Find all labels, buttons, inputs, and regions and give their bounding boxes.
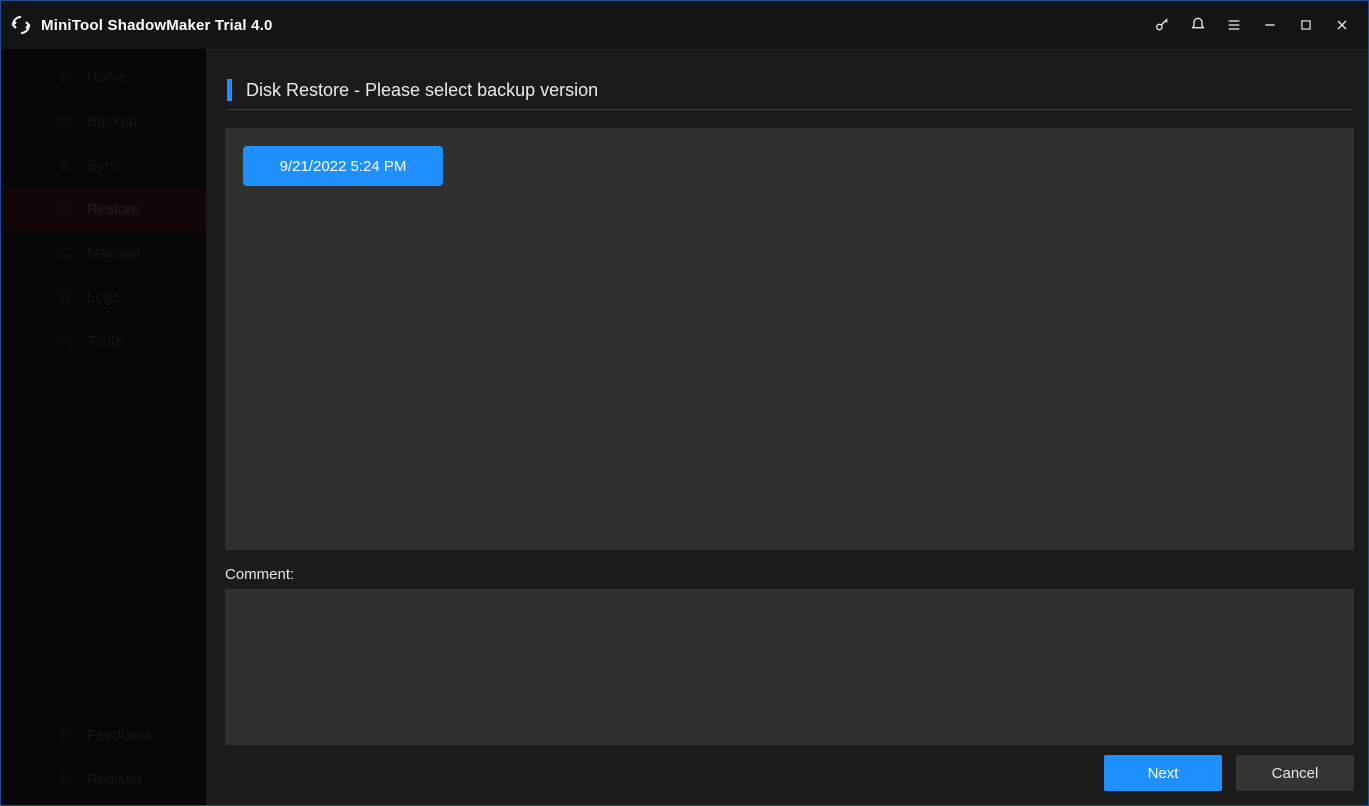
menu-icon[interactable] bbox=[1216, 7, 1252, 43]
key-icon[interactable] bbox=[1144, 7, 1180, 43]
sidebar-item-logs[interactable]: Logs bbox=[1, 275, 206, 319]
main-panel: Disk Restore - Please select backup vers… bbox=[207, 49, 1368, 805]
body: Home Backup Sync C Restore bbox=[1, 49, 1368, 805]
comment-label: Comment: bbox=[225, 566, 1354, 583]
sidebar-item-label: Manage bbox=[87, 245, 141, 262]
sidebar-item-label: Feedback bbox=[87, 727, 153, 744]
sidebar-item-restore[interactable]: C Restore bbox=[1, 187, 206, 231]
sidebar-item-manage[interactable]: Manage bbox=[1, 231, 206, 275]
page-title: Disk Restore - Please select backup vers… bbox=[246, 80, 598, 101]
app-logo-icon bbox=[7, 11, 35, 39]
manage-icon bbox=[55, 243, 75, 263]
header-accent bbox=[227, 79, 232, 101]
sidebar-item-home[interactable]: Home bbox=[1, 55, 206, 99]
titlebar: MiniTool ShadowMaker Trial 4.0 bbox=[1, 1, 1368, 49]
sidebar-item-label: Restore bbox=[87, 201, 140, 218]
backup-version-chip[interactable]: 9/21/2022 5:24 PM bbox=[243, 146, 443, 186]
comment-panel bbox=[225, 589, 1354, 745]
sidebar-item-label: Home bbox=[87, 69, 127, 86]
sidebar: Home Backup Sync C Restore bbox=[1, 49, 207, 805]
next-button[interactable]: Next bbox=[1104, 755, 1222, 791]
feedback-icon bbox=[55, 725, 75, 745]
sidebar-item-feedback[interactable]: Feedback bbox=[1, 713, 206, 757]
sidebar-item-backup[interactable]: Backup bbox=[1, 99, 206, 143]
page-header: Disk Restore - Please select backup vers… bbox=[227, 79, 1354, 110]
minimize-icon[interactable] bbox=[1252, 7, 1288, 43]
sidebar-item-sync[interactable]: Sync bbox=[1, 143, 206, 187]
sidebar-item-tools[interactable]: Tools bbox=[1, 319, 206, 363]
sidebar-item-label: Logs bbox=[87, 289, 120, 306]
sidebar-item-register[interactable]: Register bbox=[1, 757, 206, 801]
tools-icon bbox=[55, 331, 75, 351]
restore-icon: C bbox=[55, 199, 75, 219]
sidebar-item-label: Sync bbox=[87, 157, 120, 174]
backup-icon bbox=[55, 111, 75, 131]
sync-icon bbox=[55, 155, 75, 175]
cancel-button[interactable]: Cancel bbox=[1236, 755, 1354, 791]
footer-buttons: Next Cancel bbox=[1104, 755, 1354, 791]
lock-icon bbox=[55, 769, 75, 789]
sidebar-item-label: Tools bbox=[87, 333, 122, 350]
home-icon bbox=[55, 67, 75, 87]
sidebar-item-label: Register bbox=[87, 771, 143, 788]
app-title: MiniTool ShadowMaker Trial 4.0 bbox=[41, 17, 273, 34]
svg-text:C: C bbox=[66, 210, 72, 219]
close-icon[interactable] bbox=[1324, 7, 1360, 43]
sidebar-item-label: Backup bbox=[87, 113, 137, 130]
backup-version-panel: 9/21/2022 5:24 PM bbox=[225, 128, 1354, 550]
app-window: MiniTool ShadowMaker Trial 4.0 bbox=[0, 0, 1369, 806]
maximize-icon[interactable] bbox=[1288, 7, 1324, 43]
notification-icon[interactable] bbox=[1180, 7, 1216, 43]
logs-icon bbox=[55, 287, 75, 307]
